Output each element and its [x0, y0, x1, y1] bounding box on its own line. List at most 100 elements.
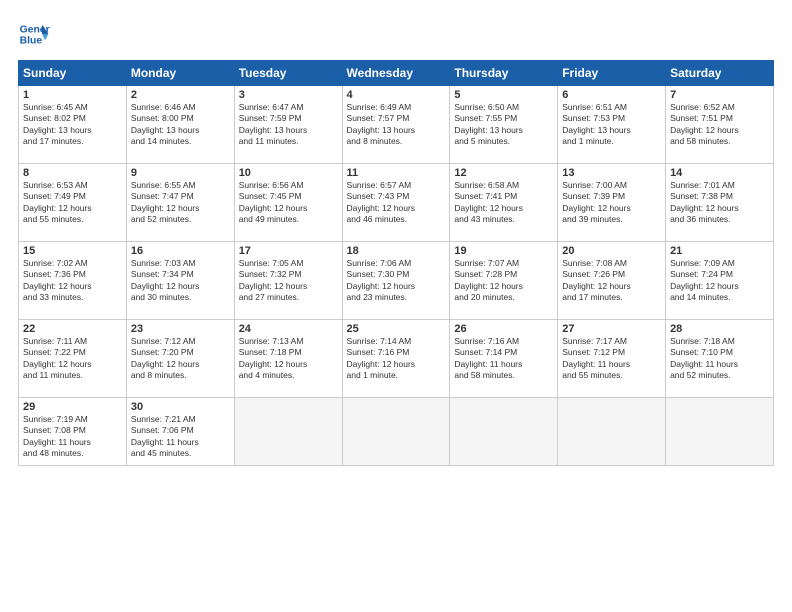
calendar-cell: 25Sunrise: 7:14 AM Sunset: 7:16 PM Dayli… [342, 320, 450, 398]
weekday-header-thursday: Thursday [450, 61, 558, 86]
calendar-cell: 27Sunrise: 7:17 AM Sunset: 7:12 PM Dayli… [558, 320, 666, 398]
calendar-cell: 13Sunrise: 7:00 AM Sunset: 7:39 PM Dayli… [558, 164, 666, 242]
day-info: Sunrise: 7:01 AM Sunset: 7:38 PM Dayligh… [670, 180, 769, 226]
day-info: Sunrise: 6:46 AM Sunset: 8:00 PM Dayligh… [131, 102, 230, 148]
day-number: 21 [670, 245, 769, 257]
calendar-cell [234, 398, 342, 466]
day-number: 9 [131, 167, 230, 179]
day-info: Sunrise: 7:05 AM Sunset: 7:32 PM Dayligh… [239, 258, 338, 304]
day-info: Sunrise: 6:51 AM Sunset: 7:53 PM Dayligh… [562, 102, 661, 148]
day-info: Sunrise: 7:02 AM Sunset: 7:36 PM Dayligh… [23, 258, 122, 304]
calendar-cell: 4Sunrise: 6:49 AM Sunset: 7:57 PM Daylig… [342, 86, 450, 164]
day-info: Sunrise: 6:58 AM Sunset: 7:41 PM Dayligh… [454, 180, 553, 226]
calendar-cell [666, 398, 774, 466]
day-number: 6 [562, 89, 661, 101]
calendar-cell: 30Sunrise: 7:21 AM Sunset: 7:06 PM Dayli… [126, 398, 234, 466]
weekday-header-sunday: Sunday [19, 61, 127, 86]
day-number: 11 [347, 167, 446, 179]
weekday-header-row: SundayMondayTuesdayWednesdayThursdayFrid… [19, 61, 774, 86]
day-number: 16 [131, 245, 230, 257]
week-row-4: 22Sunrise: 7:11 AM Sunset: 7:22 PM Dayli… [19, 320, 774, 398]
day-number: 10 [239, 167, 338, 179]
weekday-header-saturday: Saturday [666, 61, 774, 86]
calendar-cell: 29Sunrise: 7:19 AM Sunset: 7:08 PM Dayli… [19, 398, 127, 466]
day-info: Sunrise: 6:47 AM Sunset: 7:59 PM Dayligh… [239, 102, 338, 148]
day-info: Sunrise: 7:11 AM Sunset: 7:22 PM Dayligh… [23, 336, 122, 382]
weekday-header-friday: Friday [558, 61, 666, 86]
page-header: General Blue [18, 18, 774, 50]
weekday-header-tuesday: Tuesday [234, 61, 342, 86]
day-number: 27 [562, 323, 661, 335]
day-number: 23 [131, 323, 230, 335]
calendar-cell: 23Sunrise: 7:12 AM Sunset: 7:20 PM Dayli… [126, 320, 234, 398]
calendar-cell: 16Sunrise: 7:03 AM Sunset: 7:34 PM Dayli… [126, 242, 234, 320]
day-number: 29 [23, 401, 122, 413]
calendar-cell [450, 398, 558, 466]
calendar-cell: 6Sunrise: 6:51 AM Sunset: 7:53 PM Daylig… [558, 86, 666, 164]
day-number: 24 [239, 323, 338, 335]
day-info: Sunrise: 7:17 AM Sunset: 7:12 PM Dayligh… [562, 336, 661, 382]
day-number: 8 [23, 167, 122, 179]
calendar-cell: 19Sunrise: 7:07 AM Sunset: 7:28 PM Dayli… [450, 242, 558, 320]
calendar-cell: 1Sunrise: 6:45 AM Sunset: 8:02 PM Daylig… [19, 86, 127, 164]
day-number: 14 [670, 167, 769, 179]
day-info: Sunrise: 6:56 AM Sunset: 7:45 PM Dayligh… [239, 180, 338, 226]
day-info: Sunrise: 7:18 AM Sunset: 7:10 PM Dayligh… [670, 336, 769, 382]
day-info: Sunrise: 7:06 AM Sunset: 7:30 PM Dayligh… [347, 258, 446, 304]
day-number: 20 [562, 245, 661, 257]
day-info: Sunrise: 6:57 AM Sunset: 7:43 PM Dayligh… [347, 180, 446, 226]
day-info: Sunrise: 6:50 AM Sunset: 7:55 PM Dayligh… [454, 102, 553, 148]
weekday-header-wednesday: Wednesday [342, 61, 450, 86]
calendar-table: SundayMondayTuesdayWednesdayThursdayFrid… [18, 60, 774, 466]
day-info: Sunrise: 7:09 AM Sunset: 7:24 PM Dayligh… [670, 258, 769, 304]
calendar-cell: 8Sunrise: 6:53 AM Sunset: 7:49 PM Daylig… [19, 164, 127, 242]
logo-icon: General Blue [18, 18, 50, 50]
week-row-2: 8Sunrise: 6:53 AM Sunset: 7:49 PM Daylig… [19, 164, 774, 242]
day-info: Sunrise: 7:16 AM Sunset: 7:14 PM Dayligh… [454, 336, 553, 382]
day-info: Sunrise: 7:03 AM Sunset: 7:34 PM Dayligh… [131, 258, 230, 304]
calendar-cell: 22Sunrise: 7:11 AM Sunset: 7:22 PM Dayli… [19, 320, 127, 398]
calendar-cell: 12Sunrise: 6:58 AM Sunset: 7:41 PM Dayli… [450, 164, 558, 242]
calendar-cell [342, 398, 450, 466]
calendar-cell: 9Sunrise: 6:55 AM Sunset: 7:47 PM Daylig… [126, 164, 234, 242]
day-number: 28 [670, 323, 769, 335]
calendar-cell: 15Sunrise: 7:02 AM Sunset: 7:36 PM Dayli… [19, 242, 127, 320]
day-number: 4 [347, 89, 446, 101]
day-info: Sunrise: 7:08 AM Sunset: 7:26 PM Dayligh… [562, 258, 661, 304]
week-row-1: 1Sunrise: 6:45 AM Sunset: 8:02 PM Daylig… [19, 86, 774, 164]
day-info: Sunrise: 6:45 AM Sunset: 8:02 PM Dayligh… [23, 102, 122, 148]
calendar-cell: 3Sunrise: 6:47 AM Sunset: 7:59 PM Daylig… [234, 86, 342, 164]
day-info: Sunrise: 6:55 AM Sunset: 7:47 PM Dayligh… [131, 180, 230, 226]
day-number: 1 [23, 89, 122, 101]
week-row-3: 15Sunrise: 7:02 AM Sunset: 7:36 PM Dayli… [19, 242, 774, 320]
calendar-cell: 10Sunrise: 6:56 AM Sunset: 7:45 PM Dayli… [234, 164, 342, 242]
day-number: 5 [454, 89, 553, 101]
calendar-cell: 20Sunrise: 7:08 AM Sunset: 7:26 PM Dayli… [558, 242, 666, 320]
day-number: 25 [347, 323, 446, 335]
day-info: Sunrise: 7:12 AM Sunset: 7:20 PM Dayligh… [131, 336, 230, 382]
calendar-cell: 17Sunrise: 7:05 AM Sunset: 7:32 PM Dayli… [234, 242, 342, 320]
day-info: Sunrise: 7:13 AM Sunset: 7:18 PM Dayligh… [239, 336, 338, 382]
day-info: Sunrise: 7:00 AM Sunset: 7:39 PM Dayligh… [562, 180, 661, 226]
weekday-header-monday: Monday [126, 61, 234, 86]
day-info: Sunrise: 7:21 AM Sunset: 7:06 PM Dayligh… [131, 414, 230, 460]
day-info: Sunrise: 7:07 AM Sunset: 7:28 PM Dayligh… [454, 258, 553, 304]
calendar-cell: 21Sunrise: 7:09 AM Sunset: 7:24 PM Dayli… [666, 242, 774, 320]
day-number: 12 [454, 167, 553, 179]
calendar-cell: 2Sunrise: 6:46 AM Sunset: 8:00 PM Daylig… [126, 86, 234, 164]
day-number: 15 [23, 245, 122, 257]
calendar-cell: 11Sunrise: 6:57 AM Sunset: 7:43 PM Dayli… [342, 164, 450, 242]
day-number: 18 [347, 245, 446, 257]
day-info: Sunrise: 7:14 AM Sunset: 7:16 PM Dayligh… [347, 336, 446, 382]
calendar-cell: 5Sunrise: 6:50 AM Sunset: 7:55 PM Daylig… [450, 86, 558, 164]
week-row-5: 29Sunrise: 7:19 AM Sunset: 7:08 PM Dayli… [19, 398, 774, 466]
calendar-cell: 24Sunrise: 7:13 AM Sunset: 7:18 PM Dayli… [234, 320, 342, 398]
calendar-cell: 26Sunrise: 7:16 AM Sunset: 7:14 PM Dayli… [450, 320, 558, 398]
calendar-cell [558, 398, 666, 466]
day-number: 19 [454, 245, 553, 257]
day-number: 2 [131, 89, 230, 101]
calendar-cell: 18Sunrise: 7:06 AM Sunset: 7:30 PM Dayli… [342, 242, 450, 320]
day-number: 22 [23, 323, 122, 335]
day-info: Sunrise: 6:49 AM Sunset: 7:57 PM Dayligh… [347, 102, 446, 148]
svg-text:Blue: Blue [20, 36, 43, 47]
